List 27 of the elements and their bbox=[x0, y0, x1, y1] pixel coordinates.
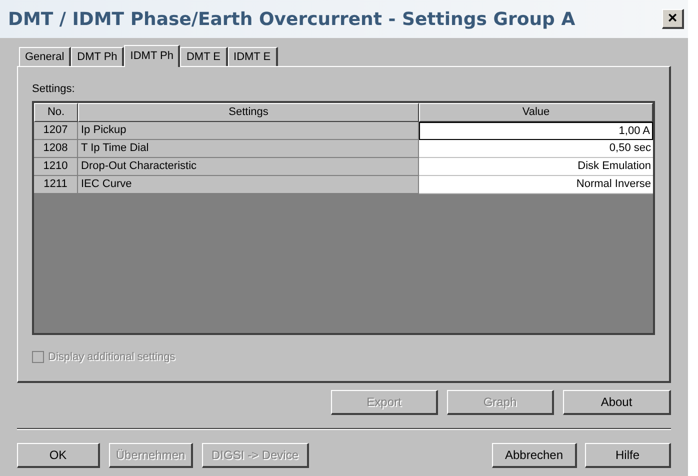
table-cell: IEC Curve bbox=[78, 176, 419, 194]
table-cell: Drop-Out Characteristic bbox=[78, 158, 419, 176]
tab[interactable]: General bbox=[19, 47, 72, 66]
table-cell: Ip Pickup bbox=[78, 122, 419, 140]
button[interactable]: About bbox=[563, 390, 671, 415]
table-cell: T Ip Time Dial bbox=[78, 140, 419, 158]
table-cell: 1210 bbox=[34, 158, 78, 176]
tab[interactable]: IDMT E bbox=[228, 47, 278, 66]
column-header[interactable]: No. bbox=[34, 102, 78, 122]
close-button[interactable]: × bbox=[662, 9, 684, 29]
value-cell[interactable]: 0,50 sec bbox=[419, 140, 653, 158]
table-cell: 1211 bbox=[34, 176, 78, 194]
column-header[interactable]: Value bbox=[419, 102, 653, 122]
value-cell[interactable]: 1,00 A bbox=[419, 122, 653, 140]
column-header[interactable]: Settings bbox=[78, 102, 419, 122]
tab[interactable]: DMT E bbox=[180, 47, 228, 66]
window-title: DMT / IDMT Phase/Earth Overcurrent - Settings Group A bbox=[8, 8, 576, 32]
value-cell[interactable]: Normal Inverse bbox=[419, 176, 653, 194]
value-cell[interactable]: Disk Emulation bbox=[419, 158, 653, 176]
button[interactable]: Hilfe bbox=[585, 443, 671, 468]
tab[interactable]: IDMT Ph bbox=[124, 45, 180, 67]
settings-label: Settings: bbox=[32, 82, 75, 97]
button[interactable]: Abbrechen bbox=[492, 443, 577, 468]
table-cell: 1207 bbox=[34, 122, 78, 140]
button[interactable]: OK bbox=[17, 443, 100, 468]
table-cell: 1208 bbox=[34, 140, 78, 158]
tab[interactable]: DMT Ph bbox=[71, 47, 124, 66]
